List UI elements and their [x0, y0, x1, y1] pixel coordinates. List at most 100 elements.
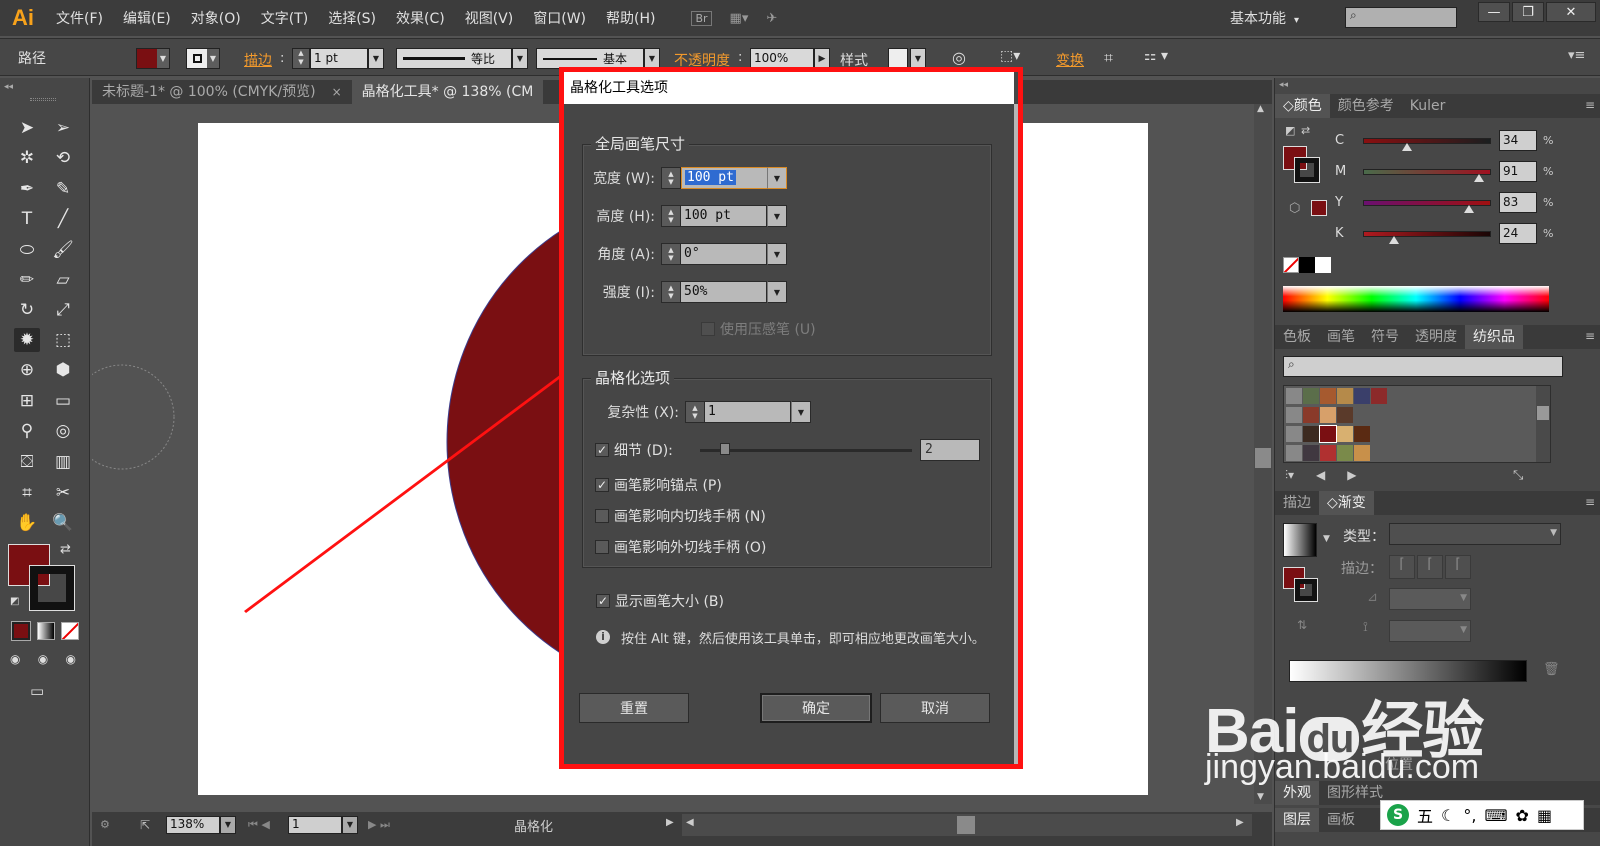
bridge-button[interactable]: Br — [691, 10, 712, 26]
transform-link[interactable]: 变换 — [1056, 50, 1084, 71]
skin-icon[interactable]: ✿ — [1516, 806, 1529, 825]
close-window-button[interactable]: ✕ — [1546, 2, 1596, 22]
affect-out-tangent-checkbox[interactable] — [595, 540, 609, 554]
graphic-style-dropdown[interactable]: ▼ — [910, 48, 926, 69]
yellow-input[interactable]: 83 — [1499, 192, 1537, 213]
workspace-switcher[interactable]: 基本功能 ▾ — [1230, 8, 1299, 28]
gradient-slider[interactable] — [1289, 660, 1527, 682]
intensity-input[interactable]: 50% — [681, 281, 767, 303]
reset-button[interactable]: 重置 — [579, 693, 689, 723]
magenta-slider-row[interactable]: M 91 % — [1335, 161, 1553, 182]
zoom-dropdown[interactable]: ▼ — [220, 816, 236, 834]
eraser-tool-icon[interactable]: ▱ — [50, 268, 76, 292]
gradient-aspect-input[interactable]: ▼ — [1389, 620, 1471, 642]
previous-swatch-icon[interactable]: ◀ — [1316, 468, 1325, 483]
hand-tool-icon[interactable]: ✋ — [14, 511, 40, 535]
channel-slider-thumb[interactable] — [1464, 204, 1474, 213]
detail-input[interactable]: 2 — [920, 439, 980, 461]
symbol-sprayer-tool-icon[interactable]: ⛋ — [14, 450, 40, 474]
eyedropper-tool-icon[interactable]: ⚲ — [14, 419, 40, 443]
paintbrush-tool-icon[interactable]: 🖌 — [50, 238, 76, 262]
tab-stroke[interactable]: 描边 — [1275, 491, 1319, 515]
black-slider[interactable] — [1363, 230, 1491, 244]
perspective-grid-tool-icon[interactable]: ⬢ — [50, 358, 76, 382]
cyan-slider-row[interactable]: C 34 % — [1335, 130, 1553, 151]
yellow-slider[interactable] — [1363, 199, 1491, 213]
color-panel-menu-icon[interactable]: ≡ — [1585, 98, 1595, 112]
swap-icon[interactable]: ⇄ — [1301, 124, 1310, 137]
selection-tool-icon[interactable]: ➤ — [14, 116, 40, 140]
tab-swatches[interactable]: 色板 — [1275, 325, 1319, 349]
keyboard-icon[interactable]: ⌨ — [1484, 806, 1507, 825]
delete-stop-icon[interactable]: 🗑 — [1543, 662, 1560, 677]
black-input[interactable]: 24 — [1499, 223, 1537, 244]
swatch-list[interactable] — [1283, 385, 1551, 463]
magenta-slider[interactable] — [1363, 168, 1491, 182]
variable-width-profile[interactable]: 等比 — [396, 48, 512, 69]
gradient-panel-menu-icon[interactable]: ≡ — [1585, 495, 1595, 509]
color-mode-button[interactable] — [11, 621, 31, 641]
stroke-gradient-options[interactable]: ⌈ ⌈ ⌈ — [1389, 555, 1471, 579]
tab-crystallize-doc[interactable]: 晶格化工具* @ 138% (CM — [351, 80, 544, 104]
gradient-tool-icon[interactable]: ▭ — [50, 389, 76, 413]
zoom-tool-icon[interactable]: 🔍 — [50, 511, 76, 535]
brush-dropdown[interactable]: ▼ — [644, 48, 660, 69]
stroke-color-dropdown[interactable]: ▼ — [186, 48, 220, 69]
swatches-panel-menu-icon[interactable]: ≡ — [1585, 329, 1595, 343]
tab-brushes[interactable]: 画笔 — [1319, 325, 1363, 349]
tab-untitled-1[interactable]: 未标题-1* @ 100% (CMYK/预览) × — [92, 80, 352, 104]
height-dropdown[interactable]: ▼ — [767, 205, 787, 227]
tab-textiles[interactable]: 纺织品 — [1465, 325, 1523, 349]
align-to-icon[interactable]: ⬚▾ — [1000, 48, 1030, 69]
tab-kuler[interactable]: Kuler — [1402, 94, 1454, 118]
cyan-slider[interactable] — [1363, 137, 1491, 151]
stroke-weight-input[interactable]: 1 pt — [310, 48, 368, 69]
complexity-input[interactable]: 1 — [705, 401, 791, 423]
moon-icon[interactable]: ☾ — [1441, 806, 1455, 825]
shape-builder-tool-icon[interactable]: ⊕ — [14, 358, 40, 382]
affect-out-tangent-row[interactable]: 画笔影响外切线手柄 (O) — [595, 537, 766, 557]
help-search-input[interactable]: ⌕ — [1345, 7, 1457, 28]
detail-checkbox[interactable]: ✓ — [595, 443, 609, 457]
brush-definition[interactable]: 基本 — [536, 48, 644, 69]
swatch-libraries-icon[interactable]: ⫶▾ — [1285, 468, 1294, 483]
menu-select[interactable]: 选择(S) — [318, 8, 386, 28]
curvature-tool-icon[interactable]: ✎ — [50, 177, 76, 201]
intensity-dropdown[interactable]: ▼ — [767, 281, 787, 303]
show-brush-size-checkbox[interactable]: ✓ — [596, 594, 610, 608]
stroke-panel-link[interactable]: 描边 — [244, 50, 272, 71]
show-brush-size-row[interactable]: ✓ 显示画笔大小 (B) — [596, 591, 724, 611]
width-stepper[interactable]: ▲ ▼ — [661, 167, 681, 189]
arrange-icon[interactable]: ⚏ ▾ — [1144, 48, 1184, 69]
profile-dropdown[interactable]: ▼ — [512, 48, 528, 69]
default-colors-icon[interactable]: ◩ — [10, 596, 19, 607]
direct-selection-tool-icon[interactable]: ➢ — [50, 116, 76, 140]
control-bar-menu-icon[interactable]: ▾≡ — [1568, 48, 1585, 69]
punctuation-icon[interactable]: °, — [1463, 806, 1476, 825]
angle-input[interactable]: 0° — [681, 243, 767, 265]
stroke-weight-dropdown[interactable]: ▼ — [368, 48, 384, 69]
affect-anchor-row[interactable]: ✓ 画笔影响锚点 (P) — [595, 475, 722, 495]
line-tool-icon[interactable]: ╱ — [50, 207, 76, 231]
ime-toolbar[interactable]: S 五 ☾ °, ⌨ ✿ ▦ — [1380, 800, 1584, 830]
color-spectrum[interactable] — [1283, 286, 1549, 312]
menu-object[interactable]: 对象(O) — [181, 8, 251, 28]
tab-symbols[interactable]: 符号 — [1363, 325, 1407, 349]
channel-slider-thumb[interactable] — [1389, 235, 1399, 244]
gradient-angle-input[interactable]: ▼ — [1389, 588, 1471, 610]
column-graph-tool-icon[interactable]: ▥ — [50, 450, 76, 474]
height-stepper[interactable]: ▲ ▼ — [661, 205, 681, 227]
detail-slider-thumb[interactable] — [720, 443, 730, 455]
crystallize-tool-icon[interactable]: ✹ — [14, 328, 40, 352]
restore-button[interactable]: ❐ — [1512, 2, 1544, 22]
black-slider-row[interactable]: K 24 % — [1335, 223, 1553, 244]
gradient-preview[interactable] — [1283, 523, 1317, 557]
artboard-dropdown[interactable]: ▼ — [342, 816, 358, 834]
cancel-button[interactable]: 取消 — [880, 693, 990, 723]
last-artboard-icon[interactable]: ▶ ⏭ — [368, 818, 390, 832]
vertical-scroll-thumb[interactable] — [1255, 448, 1271, 468]
complexity-stepper[interactable]: ▲ ▼ — [685, 401, 705, 423]
lasso-tool-icon[interactable]: ⟲ — [50, 146, 76, 170]
gamut-swatch[interactable] — [1311, 200, 1327, 216]
complexity-dropdown[interactable]: ▼ — [791, 401, 811, 423]
